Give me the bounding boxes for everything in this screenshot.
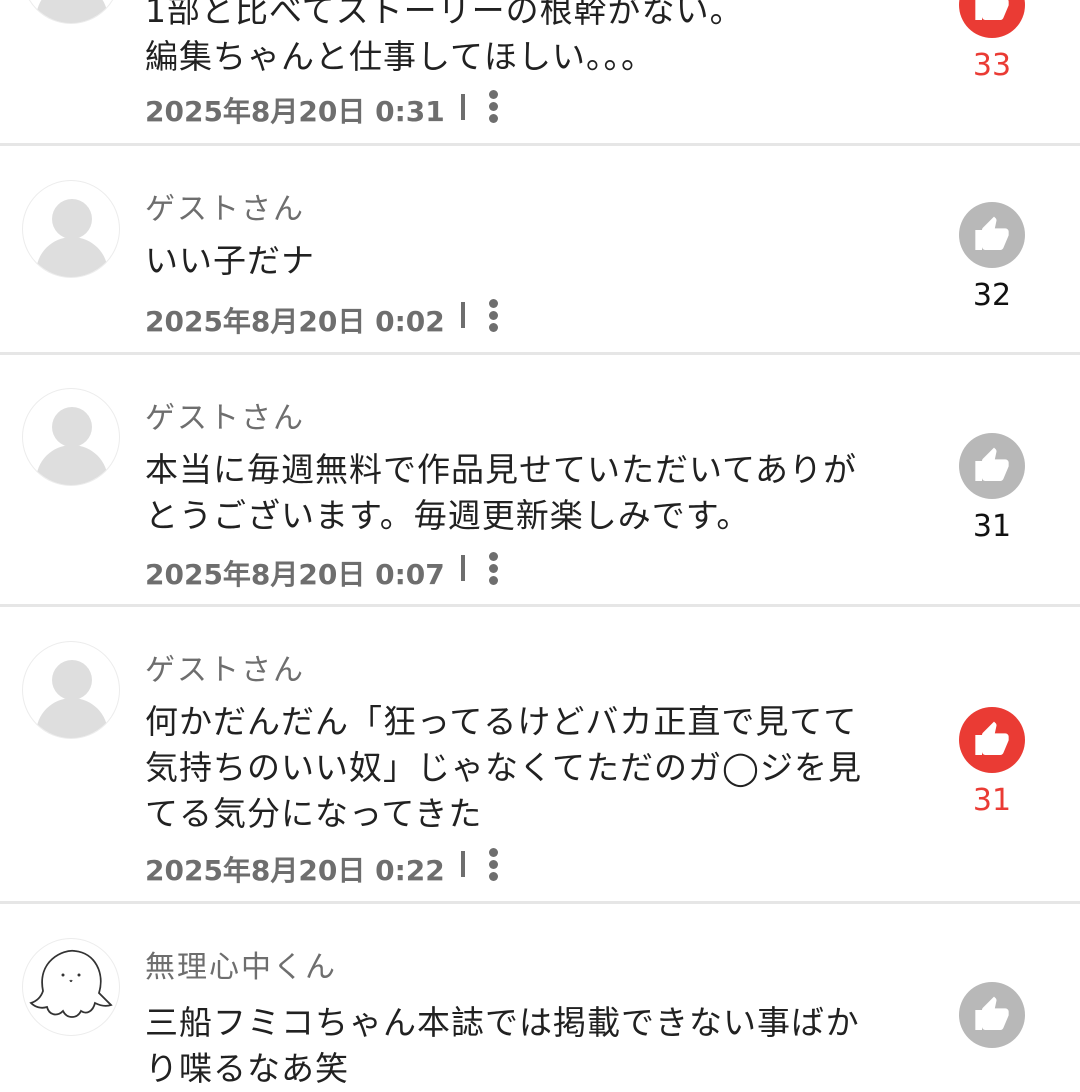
meta-divider (461, 555, 465, 581)
comment-divider (0, 352, 1080, 355)
meta-divider (461, 302, 465, 328)
user-silhouette-icon (52, 407, 92, 447)
comment-text-line: 気持ちのいい奴」じゃなくてただのガ◯ジを見 (145, 748, 862, 787)
like-count: 32 (972, 278, 1012, 313)
comment-text-line: 本当に毎週無料で作品見せていただいてありが (145, 450, 858, 489)
avatar[interactable] (22, 0, 120, 24)
comment-date: 2025年8月20日 0:22 (145, 854, 445, 887)
comment-text-line: り喋るなあ笑 (145, 1049, 349, 1088)
comment-text-line: とうございます。毎週更新楽しみです。 (145, 496, 751, 535)
comment-divider (0, 901, 1080, 904)
comment-text-line: いい子だナ (145, 241, 315, 280)
comment-text: 三船フミコちゃん本誌では掲載できない事ばか り喋るなあ笑 (145, 1000, 915, 1092)
user-silhouette-icon (52, 660, 92, 700)
comment-divider (0, 143, 1080, 146)
comment-text: 1部と比べてストーリーの根幹がない。 編集ちゃんと仕事してほしい。。。 (145, 0, 915, 80)
comment-text-line: てる気分になってきた (145, 794, 483, 833)
avatar[interactable] (22, 180, 120, 278)
avatar[interactable] (22, 641, 120, 739)
thumbs-up-icon (975, 996, 1009, 1030)
avatar[interactable] (22, 938, 120, 1036)
thumbs-up-icon (975, 721, 1009, 755)
comment-date: 2025年8月20日 0:07 (145, 558, 445, 591)
more-options-button[interactable] (486, 848, 500, 882)
comment-date: 2025年8月20日 0:02 (145, 305, 445, 338)
more-vertical-icon (489, 848, 498, 857)
comment-author: ゲストさん (145, 401, 305, 436)
like-count: 33 (972, 48, 1012, 83)
meta-divider (461, 94, 465, 120)
comment-date: 2025年8月20日 0:31 (145, 95, 445, 128)
like-button[interactable] (959, 433, 1025, 499)
more-options-button[interactable] (486, 299, 500, 333)
more-vertical-icon (489, 552, 498, 561)
more-vertical-icon (489, 299, 498, 308)
thumbs-up-icon (975, 447, 1009, 481)
comment-author: ゲストさん (145, 192, 305, 227)
octopus-drawing-icon (29, 949, 113, 1018)
like-button[interactable] (959, 707, 1025, 773)
comment-text-line: 1部と比べてストーリーの根幹がない。 (145, 0, 744, 30)
thumbs-up-icon (975, 0, 1009, 20)
comment-text: 何かだんだん「狂ってるけどバカ正直で見てて 気持ちのいい奴」じゃなくてただのガ◯… (145, 699, 915, 837)
avatar[interactable] (22, 388, 120, 486)
meta-divider (461, 851, 465, 877)
comment-text-line: 何かだんだん「狂ってるけどバカ正直で見てて (145, 702, 858, 741)
comment-divider (0, 604, 1080, 607)
like-button[interactable] (959, 202, 1025, 268)
like-button[interactable] (959, 982, 1025, 1048)
comment-author: 無理心中くん (145, 950, 337, 985)
more-options-button[interactable] (486, 552, 500, 586)
comment-text: 本当に毎週無料で作品見せていただいてありが とうございます。毎週更新楽しみです。 (145, 447, 915, 539)
comment-text-line: 三船フミコちゃん本誌では掲載できない事ばか (145, 1003, 860, 1042)
more-options-button[interactable] (486, 90, 500, 124)
user-silhouette-icon (52, 199, 92, 239)
thumbs-up-icon (975, 216, 1009, 250)
comment-author: ゲストさん (145, 653, 305, 688)
comment-text: いい子だナ (145, 238, 915, 284)
like-count: 31 (972, 509, 1012, 544)
like-button[interactable] (959, 0, 1025, 38)
like-count: 31 (972, 783, 1012, 818)
more-vertical-icon (489, 90, 498, 99)
comment-text-line: 編集ちゃんと仕事してほしい。。。 (145, 37, 656, 76)
